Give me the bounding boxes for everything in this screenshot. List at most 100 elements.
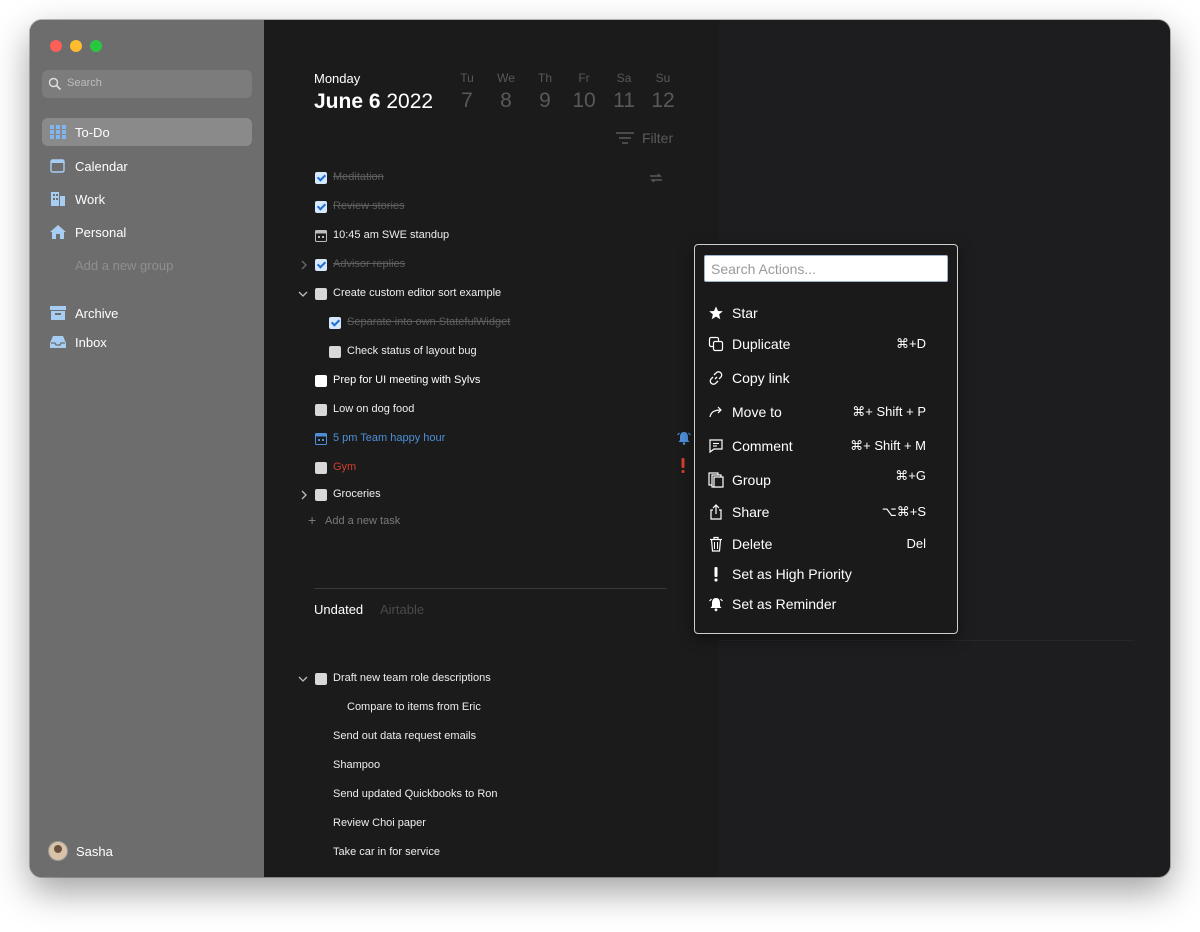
menu-item-high-priority[interactable]: Set as High Priority — [695, 564, 957, 584]
week-day-thu[interactable]: Th 9 — [530, 71, 560, 113]
week-day-wed[interactable]: We 8 — [491, 71, 521, 113]
inbox-icon — [50, 336, 66, 348]
menu-item-move-to[interactable]: Move to ⌘+ Shift + P — [695, 402, 957, 422]
menu-item-label: Set as Reminder — [732, 596, 837, 612]
task-checkbox[interactable] — [315, 375, 327, 387]
shortcut-label: Del — [906, 536, 926, 551]
task-label: 10:45 am SWE standup — [333, 229, 450, 241]
menu-item-label: Share — [732, 504, 770, 520]
action-search-input[interactable] — [704, 255, 948, 282]
week-day-number: 11 — [613, 89, 635, 112]
avatar — [48, 841, 68, 861]
menu-item-label: Delete — [732, 536, 773, 552]
task-label: Compare to items from Eric — [347, 701, 481, 713]
chevron-right-icon[interactable] — [299, 490, 309, 500]
week-day-label: Th — [537, 71, 552, 85]
task-label: Separate into own StatefulWidget — [347, 316, 511, 328]
menu-item-share[interactable]: Share ⌥⌘+S — [695, 502, 957, 522]
sidebar-item-personal[interactable]: Personal — [42, 218, 252, 246]
week-day-tue[interactable]: Tu 7 — [452, 71, 482, 113]
sidebar-item-label: To-Do — [75, 125, 110, 140]
tab-airtable[interactable]: Airtable — [380, 602, 424, 617]
sidebar-search[interactable]: Search — [42, 70, 252, 98]
task-checkbox[interactable] — [315, 172, 327, 184]
date-year: 2022 — [386, 90, 434, 113]
menu-item-delete[interactable]: Delete Del — [695, 534, 957, 554]
repeat-icon — [650, 173, 662, 183]
week-day-label: We — [497, 71, 515, 85]
week-day-number: 12 — [651, 89, 675, 112]
task-label: Draft new team role descriptions — [333, 672, 491, 684]
filter-icon — [616, 132, 634, 144]
sidebar-item-calendar[interactable]: Calendar — [42, 152, 252, 180]
menu-item-comment[interactable]: Comment ⌘+ Shift + M — [695, 436, 957, 456]
menu-item-reminder[interactable]: Set as Reminder — [695, 594, 957, 614]
main-panel: Monday June 6 2022 Tu 7 We 8 Th 9 Fr 10 Sa 11… — [264, 20, 718, 877]
task-label: Prep for UI meeting with Sylvs — [333, 374, 481, 386]
week-day-fri[interactable]: Fr 10 — [569, 71, 599, 113]
star-icon — [709, 306, 723, 320]
task-label: Take car in for service — [333, 846, 440, 858]
minimize-window-button[interactable] — [70, 40, 82, 52]
app-window: Search To-Do Calendar Work Personal Add … — [30, 20, 1170, 877]
menu-item-label: Move to — [732, 404, 782, 420]
week-day-label: Sa — [616, 71, 632, 85]
sidebar-item-work[interactable]: Work — [42, 185, 252, 213]
task-checkbox[interactable] — [315, 404, 327, 416]
task-checkbox[interactable] — [329, 317, 341, 329]
high-priority-icon — [681, 458, 685, 473]
sidebar-item-label: Work — [75, 192, 106, 207]
task-label: Gym — [333, 461, 357, 473]
task-label: Meditation — [333, 171, 384, 183]
sidebar-item-inbox[interactable]: Inbox — [42, 328, 252, 356]
menu-item-group[interactable]: Group ⌘+G — [695, 468, 957, 490]
menu-item-star[interactable]: Star — [695, 303, 957, 323]
week-day-number: 10 — [572, 89, 596, 112]
week-day-sat[interactable]: Sa 11 — [609, 71, 639, 113]
shortcut-label: ⌘+G — [895, 468, 926, 483]
task-checkbox[interactable] — [315, 288, 327, 300]
sidebar-item-label: Calendar — [75, 159, 128, 174]
sidebar-item-todo[interactable]: To-Do — [42, 118, 252, 146]
week-day-number: 8 — [500, 89, 512, 112]
sidebar-item-archive[interactable]: Archive — [42, 299, 252, 327]
task-label: Check status of layout bug — [347, 345, 477, 357]
task-label: Advisor replies — [333, 258, 406, 270]
task-label: Shampoo — [333, 759, 381, 771]
week-day-label: Fr — [578, 71, 590, 85]
calendar-event-icon — [315, 433, 327, 445]
section-divider — [314, 588, 667, 589]
chevron-down-icon[interactable] — [298, 289, 308, 299]
chevron-right-icon[interactable] — [299, 260, 309, 270]
add-task-label: Add a new task — [325, 515, 401, 527]
chevron-down-icon[interactable] — [298, 674, 308, 684]
close-window-button[interactable] — [50, 40, 62, 52]
menu-item-label: Star — [732, 305, 758, 321]
task-checkbox[interactable] — [315, 201, 327, 213]
day-name: Monday — [314, 71, 361, 86]
add-group-button[interactable]: Add a new group — [75, 258, 173, 273]
home-icon — [50, 225, 66, 239]
tab-undated[interactable]: Undated — [314, 602, 363, 617]
zoom-window-button[interactable] — [90, 40, 102, 52]
calendar-event-icon — [315, 230, 327, 242]
link-icon — [709, 371, 723, 385]
sidebar-item-label: Archive — [75, 306, 119, 321]
bell-icon — [709, 598, 723, 612]
task-checkbox[interactable] — [315, 489, 327, 501]
menu-item-label: Comment — [732, 438, 793, 454]
building-icon — [51, 192, 65, 206]
exclamation-icon — [714, 567, 718, 582]
user-name: Sasha — [76, 844, 113, 859]
task-checkbox[interactable] — [315, 259, 327, 271]
menu-item-duplicate[interactable]: Duplicate ⌘+D — [695, 334, 957, 354]
task-checkbox[interactable] — [315, 462, 327, 474]
week-day-sun[interactable]: Su 12 — [648, 71, 678, 113]
arrow-right-icon — [709, 406, 722, 418]
menu-item-copy-link[interactable]: Copy link — [695, 368, 957, 388]
group-icon — [708, 472, 724, 488]
task-label: Groceries — [333, 488, 381, 500]
task-checkbox[interactable] — [329, 346, 341, 358]
week-day-label: Tu — [460, 71, 474, 85]
task-checkbox[interactable] — [315, 673, 327, 685]
